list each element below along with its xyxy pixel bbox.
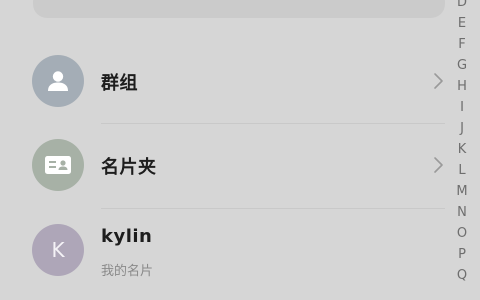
- index-letter-g[interactable]: G: [452, 59, 472, 73]
- index-letter-i[interactable]: I: [452, 101, 472, 115]
- index-letter-f[interactable]: F: [452, 38, 472, 52]
- contacts-screen: 群组 名片夹 K kylin 我的名片 D E F G H I J K L M …: [0, 0, 480, 300]
- card-holder-avatar: [32, 139, 84, 191]
- index-letter-h[interactable]: H: [452, 80, 472, 94]
- avatar: K: [32, 224, 84, 276]
- group-avatar: [32, 55, 84, 107]
- index-letter-n[interactable]: N: [452, 206, 472, 220]
- avatar-letter: K: [51, 238, 65, 262]
- index-letter-l[interactable]: L: [452, 164, 472, 178]
- index-letter-p[interactable]: P: [452, 248, 472, 262]
- business-card-icon: [45, 156, 71, 174]
- card-holder-label: 名片夹: [101, 157, 157, 178]
- search-bar[interactable]: [33, 0, 445, 18]
- index-letter-o[interactable]: O: [452, 227, 472, 241]
- contact-subtitle: 我的名片: [101, 264, 154, 279]
- index-letter-e[interactable]: E: [452, 17, 472, 31]
- list-item-card-holder[interactable]: 名片夹: [0, 124, 452, 208]
- groups-label: 群组: [101, 73, 138, 94]
- chevron-right-icon: [434, 73, 443, 89]
- index-letter-j[interactable]: J: [452, 122, 472, 136]
- list-item-my-card[interactable]: K kylin 我的名片: [0, 209, 452, 293]
- alphabet-index[interactable]: D E F G H I J K L M N O P Q: [452, 0, 472, 300]
- index-letter-k[interactable]: K: [452, 143, 472, 157]
- group-icon: [48, 71, 68, 91]
- index-letter-d[interactable]: D: [452, 0, 472, 10]
- index-letter-m[interactable]: M: [452, 185, 472, 199]
- index-letter-q[interactable]: Q: [452, 269, 472, 283]
- chevron-right-icon: [434, 157, 443, 173]
- contact-name: kylin: [101, 226, 153, 247]
- list-item-groups[interactable]: 群组: [0, 40, 452, 124]
